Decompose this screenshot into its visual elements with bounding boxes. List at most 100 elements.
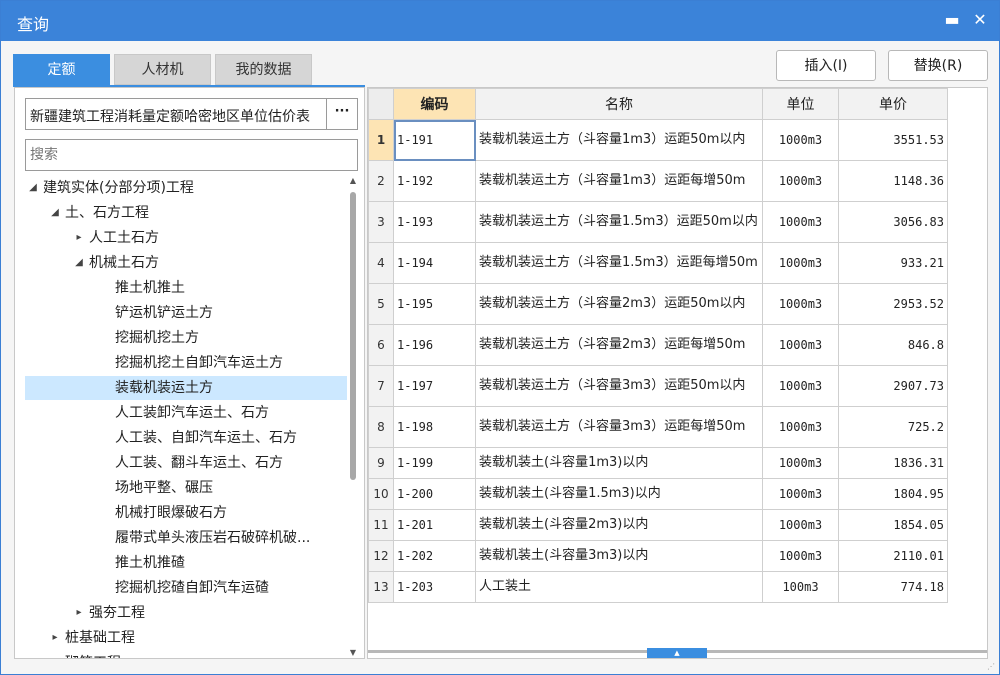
price-cell[interactable]: 2110.01 [838,540,948,572]
panel-splitter[interactable]: ▲ [368,648,987,658]
tree-node[interactable]: 挖掘机挖土自卸汽车运土方 [25,351,347,375]
tree-scrollbar[interactable]: ▲ ▼ [347,176,359,658]
expanded-arrow-icon[interactable]: ◢ [73,251,85,275]
unit-cell[interactable]: 1000m3 [762,201,839,243]
unit-cell[interactable]: 1000m3 [762,324,839,366]
price-cell[interactable]: 3056.83 [838,201,948,243]
unit-cell[interactable]: 1000m3 [762,540,839,572]
code-cell[interactable]: 1-196 [393,324,476,366]
price-cell[interactable]: 774.18 [838,571,948,603]
column-header-unit[interactable]: 单位 [762,88,839,120]
collapsed-arrow-icon[interactable]: ▸ [49,651,61,658]
code-cell[interactable]: 1-201 [393,509,476,541]
tree-node[interactable]: ◢ 机械土石方 [25,251,347,275]
code-cell[interactable]: 1-202 [393,540,476,572]
row-number[interactable]: 12 [368,540,394,572]
collapsed-arrow-icon[interactable]: ▸ [49,626,61,650]
price-cell[interactable]: 1148.36 [838,160,948,202]
price-cell[interactable]: 1804.95 [838,478,948,510]
expanded-arrow-icon[interactable]: ◢ [27,176,39,200]
price-cell[interactable]: 2953.52 [838,283,948,325]
insert-button[interactable]: 插入(I) [776,50,876,81]
code-cell[interactable]: 1-192 [393,160,476,202]
scroll-thumb[interactable] [350,192,356,480]
tree-node[interactable]: 人工装、翻斗车运土、石方 [25,451,347,475]
code-cell[interactable]: 1-194 [393,242,476,284]
tree-node[interactable]: 履带式单头液压岩石破碎机破... [25,526,347,550]
row-number[interactable]: 9 [368,447,394,479]
row-number[interactable]: 8 [368,406,394,448]
tree-node[interactable]: ▸ 桩基础工程 [25,626,347,650]
tree-node[interactable]: ▸ 强夯工程 [25,601,347,625]
code-cell[interactable]: 1-198 [393,406,476,448]
name-cell[interactable]: 装载机装运土方（斗容量3m3）运距50m以内 [475,365,763,407]
column-header-name[interactable]: 名称 [475,88,763,120]
unit-cell[interactable]: 1000m3 [762,406,839,448]
table-row[interactable]: 2 1-192 装载机装运土方（斗容量1m3）运距每增50m 1000m3 1148.3… [368,160,948,202]
name-cell[interactable]: 装载机装运土方（斗容量1.5m3）运距50m以内 [475,201,763,243]
tree-node[interactable]: 铲运机铲运土方 [25,301,347,325]
row-number[interactable]: 2 [368,160,394,202]
name-cell[interactable]: 装载机装土(斗容量1m3)以内 [475,447,763,479]
row-number[interactable]: 10 [368,478,394,510]
search-input[interactable] [25,139,358,171]
code-cell[interactable]: 1-203 [393,571,476,603]
name-cell[interactable]: 装载机装运土方（斗容量2m3）运距每增50m [475,324,763,366]
collapsed-arrow-icon[interactable]: ▸ [73,601,85,625]
unit-cell[interactable]: 1000m3 [762,447,839,479]
maximize-button[interactable]: ▬ [941,9,963,31]
library-browse-button[interactable]: ··· [326,99,357,129]
tab-my-data[interactable]: 我的数据 [215,54,312,85]
tree-node[interactable]: 推土机推土 [25,276,347,300]
name-cell[interactable]: 装载机装运土方（斗容量3m3）运距每增50m [475,406,763,448]
price-cell[interactable]: 2907.73 [838,365,948,407]
price-cell[interactable]: 1836.31 [838,447,948,479]
tree-node[interactable]: 推土机推碴 [25,551,347,575]
replace-button[interactable]: 替换(R) [888,50,988,81]
row-number[interactable]: 7 [368,365,394,407]
splitter-toggle-icon[interactable]: ▲ [647,648,707,658]
name-cell[interactable]: 装载机装土(斗容量1.5m3)以内 [475,478,763,510]
unit-cell[interactable]: 1000m3 [762,283,839,325]
tab-labor-material-machine[interactable]: 人材机 [114,54,211,85]
name-cell[interactable]: 装载机装土(斗容量2m3)以内 [475,509,763,541]
tree-node[interactable]: 挖掘机挖土方 [25,326,347,350]
table-row[interactable]: 7 1-197 装载机装运土方（斗容量3m3）运距50m以内 1000m3 2907.7… [368,365,948,407]
table-row[interactable]: 11 1-201 装载机装土(斗容量2m3)以内 1000m3 1854.05 [368,509,948,541]
price-cell[interactable]: 3551.53 [838,119,948,161]
table-row[interactable]: 3 1-193 装载机装运土方（斗容量1.5m3）运距50m以内 1000m3 3056… [368,201,948,243]
tree-node[interactable]: ▸ 人工土石方 [25,226,347,250]
tree-node[interactable]: ◢ 土、石方工程 [25,201,347,225]
name-cell[interactable]: 装载机装运土方（斗容量2m3）运距50m以内 [475,283,763,325]
price-cell[interactable]: 933.21 [838,242,948,284]
code-cell[interactable]: 1-191 [393,119,476,161]
scroll-up-icon[interactable]: ▲ [348,176,358,186]
expanded-arrow-icon[interactable]: ◢ [49,201,61,225]
code-cell[interactable]: 1-195 [393,283,476,325]
name-cell[interactable]: 装载机装运土方（斗容量1m3）运距每增50m [475,160,763,202]
row-number[interactable]: 6 [368,324,394,366]
price-cell[interactable]: 846.8 [838,324,948,366]
unit-cell[interactable]: 1000m3 [762,509,839,541]
unit-cell[interactable]: 100m3 [762,571,839,603]
tree-node[interactable]: 装载机装运土方 [25,376,347,400]
code-cell[interactable]: 1-199 [393,447,476,479]
price-cell[interactable]: 725.2 [838,406,948,448]
library-selector[interactable]: 新疆建筑工程消耗量定额哈密地区单位估价表 ··· [25,98,358,130]
unit-cell[interactable]: 1000m3 [762,160,839,202]
row-number[interactable]: 5 [368,283,394,325]
name-cell[interactable]: 人工装土 [475,571,763,603]
table-row[interactable]: 13 1-203 人工装土 100m3 774.18 [368,571,948,603]
table-row[interactable]: 10 1-200 装载机装土(斗容量1.5m3)以内 1000m3 1804.95 [368,478,948,510]
name-cell[interactable]: 装载机装运土方（斗容量1m3）运距50m以内 [475,119,763,161]
tree-node[interactable]: 机械打眼爆破石方 [25,501,347,525]
resize-grip-icon[interactable]: ⋰ [987,662,997,672]
price-cell[interactable]: 1854.05 [838,509,948,541]
tree-node[interactable]: 人工装卸汽车运土、石方 [25,401,347,425]
collapsed-arrow-icon[interactable]: ▸ [73,226,85,250]
close-button[interactable]: ✕ [969,9,991,31]
scroll-down-icon[interactable]: ▼ [348,648,358,658]
table-row[interactable]: 9 1-199 装载机装土(斗容量1m3)以内 1000m3 1836.31 [368,447,948,479]
code-cell[interactable]: 1-197 [393,365,476,407]
table-row[interactable]: 5 1-195 装载机装运土方（斗容量2m3）运距50m以内 1000m3 2953.5… [368,283,948,325]
